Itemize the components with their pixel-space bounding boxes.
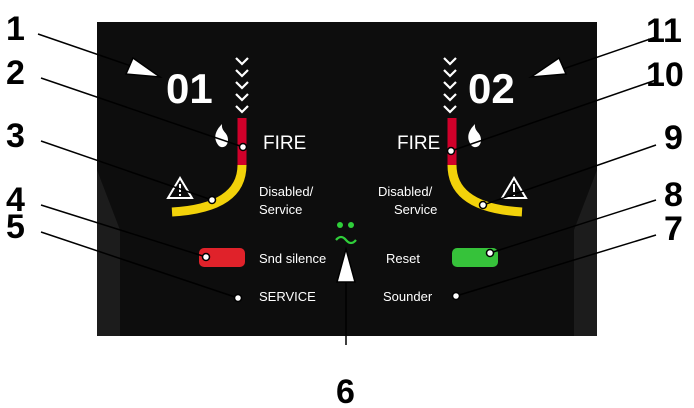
snd-silence-label: Snd silence <box>259 251 326 266</box>
callout-number: 9 <box>664 119 683 157</box>
status-led-2 <box>348 222 354 228</box>
sounder-label: Sounder <box>383 289 433 304</box>
control-panel-diagram: 01 02 FIRE FIRE Disabled/ Service Disabl… <box>6 10 684 408</box>
fire-label-left: FIRE <box>263 133 306 154</box>
reset-label: Reset <box>386 251 420 266</box>
disabled-label-left: Disabled/ <box>259 184 314 199</box>
callout-number: 7 <box>664 210 683 248</box>
callout-number: 2 <box>6 54 25 92</box>
disabled-label-right: Disabled/ <box>378 184 433 199</box>
zone-number-right: 02 <box>468 65 515 112</box>
status-led-1 <box>337 222 343 228</box>
callout-number: 11 <box>646 12 682 50</box>
callout-number: 1 <box>6 10 25 48</box>
callout-number: 3 <box>6 117 25 155</box>
callout-number: 8 <box>664 176 683 214</box>
callout-number: 5 <box>6 208 25 246</box>
callout-number: 6 <box>336 373 355 408</box>
zone-number-left: 01 <box>166 65 213 112</box>
service-label-left: Service <box>259 202 302 217</box>
callout-number: 10 <box>646 56 684 94</box>
fire-label-right: FIRE <box>397 133 440 154</box>
service-status-label: SERVICE <box>259 289 316 304</box>
service-label-right: Service <box>394 202 437 217</box>
